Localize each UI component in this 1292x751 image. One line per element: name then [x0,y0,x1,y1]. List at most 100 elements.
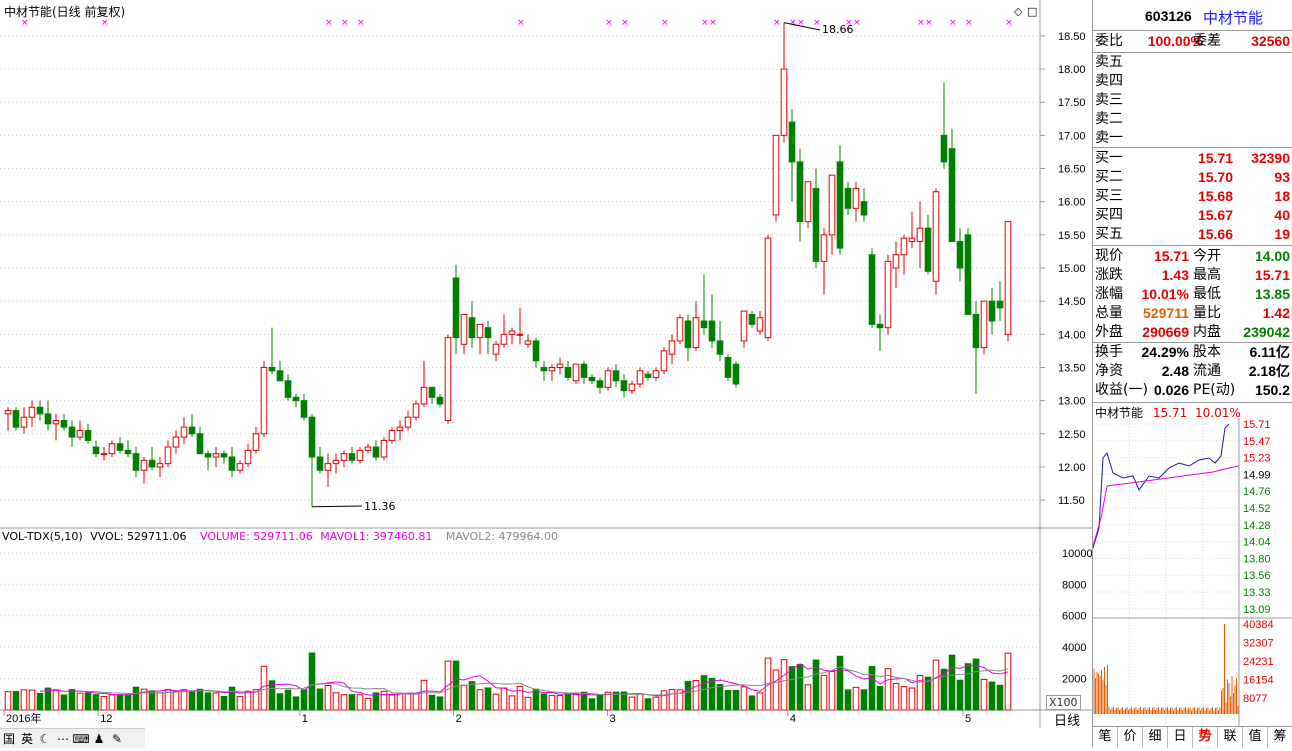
event-marker: × [661,18,669,28]
date-tick-label: 3 [609,713,615,725]
buy-price: 15.70 [1197,169,1233,185]
dots-icon[interactable]: ⋯ [54,732,72,746]
stat-label-2: PE(动) [1193,382,1236,398]
kline-chart[interactable]: 18.50 18.00 17.50 17.00 16.50 16.00 15.50 15.00… [0,0,1093,747]
volume-bar [188,690,196,711]
moon-icon[interactable]: ☾ [36,732,54,746]
quote-label: 总量 [1095,305,1123,321]
buy-price: 15.71 [1197,150,1233,166]
low-price-label: 11.36 [364,500,396,513]
candle-body [388,429,396,441]
volume-bar [84,692,92,711]
candle-body [668,340,676,355]
volume-bar [428,694,436,711]
candle-body [452,277,460,339]
quote-label-2: 内盘 [1193,324,1221,340]
volume-bar [588,698,596,711]
event-marker: × [709,18,717,28]
sell-row[interactable]: 卖四 [1093,72,1292,91]
intraday-mini-chart[interactable]: 15.71 15.47 15.23 14.99 14.76 14.52 14.28 14.04… [1093,418,1292,726]
panel-tab[interactable]: 笔 [1093,727,1118,748]
volume-bar [740,686,748,711]
kline-chart-area[interactable]: 18.50 18.00 17.50 17.00 16.50 16.00 15.50 15.00… [0,0,1093,748]
panel-tab[interactable]: 价 [1118,727,1143,748]
vol-tick-label: 8000 [1062,579,1086,591]
candle-body [732,363,740,385]
buy-row[interactable]: 买五 15.66 19 [1093,225,1292,244]
window-square-icon[interactable]: □ [1027,5,1037,18]
buy-price: 15.68 [1197,188,1233,204]
volume-bar [508,695,516,711]
event-marker: × [1005,18,1013,28]
buy-row[interactable]: 买二 15.70 93 [1093,168,1292,187]
volume-bar [348,694,356,711]
sell-level-label: 卖三 [1095,92,1123,108]
period-label[interactable]: 日线 [1046,712,1088,732]
volume-bar [108,694,116,711]
candle-body [316,456,324,471]
vol-indicator-name: VOL-TDX(5,10) [2,530,83,543]
sell-row[interactable]: 卖三 [1093,91,1292,110]
candle-body [508,330,516,335]
panel-tab[interactable]: 筹 [1268,727,1292,748]
buy-row[interactable]: 买一 15.71 32390 [1093,149,1292,168]
volume-bar [956,679,964,711]
candle-body [244,449,252,465]
candle-body [820,234,828,262]
wrench-icon[interactable]: ✎ [108,732,126,746]
candle-body [420,386,428,405]
guo-icon[interactable]: 国 [0,730,18,747]
panel-tab[interactable]: 细 [1143,727,1168,748]
volume-bar [524,696,532,711]
event-marker: × [621,18,629,28]
volume-bar [852,686,860,711]
buy-level-label: 买三 [1095,188,1123,204]
price-tick-label: 14.00 [1058,329,1086,341]
stat-value: 2.48 [1161,363,1189,379]
stock-name[interactable]: 中材节能 [1203,7,1263,28]
price-tick-label: 18.50 [1058,31,1086,43]
buy-volume: 19 [1274,226,1290,242]
sell-row[interactable]: 卖五 [1093,53,1292,72]
quote-label-2: 今开 [1193,248,1221,264]
volume-bar [212,692,220,711]
stat-row: 换手 24.29% 股本 6.11亿 [1093,343,1292,362]
volume-bar [300,689,308,711]
mini-price-label: 14.52 [1243,503,1271,515]
volume-bar [236,695,244,711]
candle-body [84,429,92,441]
quote-row: 外盘 290669 内盘 239042 [1093,323,1292,342]
sell-level-label: 卖五 [1095,54,1123,70]
candle-body [428,386,436,398]
vol-tick-label: 10000 [1062,548,1092,560]
volume-bar [396,692,404,711]
volume-bar [4,691,12,711]
ying-icon[interactable]: 英 [18,730,36,747]
sell-row[interactable]: 卖一 [1093,129,1292,148]
stat-label: 收益(一) [1095,382,1148,398]
buy-row[interactable]: 买三 15.68 18 [1093,187,1292,206]
volume-bar [308,652,316,711]
panel-tab[interactable]: 联 [1218,727,1243,748]
sell-row[interactable]: 卖二 [1093,110,1292,129]
candle-body [836,161,844,249]
mavol1-value: MAVOL1: 397460.81 [320,530,433,543]
date-tick-label: 1 [302,713,308,725]
event-marker: × [357,18,365,28]
keyboard-icon[interactable]: ⌨ [72,732,90,746]
buy-level-label: 买五 [1095,226,1123,242]
buy-row[interactable]: 买四 15.67 40 [1093,206,1292,225]
panel-tab[interactable]: 日 [1168,727,1193,748]
candle-body [556,363,564,368]
sell-level-label: 卖一 [1095,130,1123,146]
user-icon[interactable]: ♟ [90,732,108,746]
candle-body [564,366,572,378]
volume-bar [908,687,916,711]
volume-bar [660,690,668,711]
panel-tab[interactable]: 势 [1193,727,1218,748]
diamond-icon[interactable]: ◇ [1014,5,1022,18]
date-tick-label: 2016年 [6,711,41,725]
panel-tab[interactable]: 值 [1243,727,1268,748]
candle-body [36,406,44,415]
stat-row: 净资 2.48 流通 2.18亿 [1093,362,1292,381]
